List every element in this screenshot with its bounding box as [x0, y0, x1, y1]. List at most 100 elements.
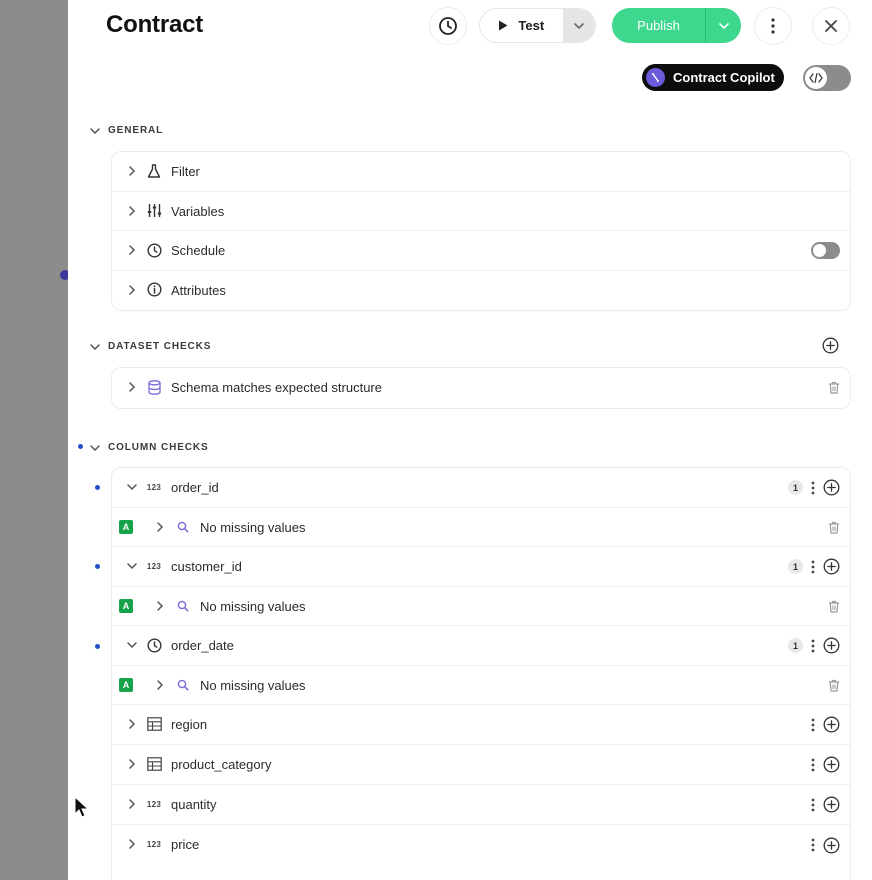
- add-check-icon[interactable]: [823, 837, 840, 854]
- search-icon: [175, 598, 191, 614]
- section-title: COLUMN CHECKS: [108, 442, 209, 453]
- test-button-label: Test: [518, 18, 545, 33]
- unsaved-indicator-dot: [95, 564, 100, 569]
- kebab-icon[interactable]: [811, 718, 815, 732]
- general-item-filter[interactable]: Filter: [112, 152, 850, 192]
- chevron-down-icon: [127, 484, 137, 491]
- column-check-row[interactable]: A No missing values: [112, 666, 850, 705]
- column-row-customer-id[interactable]: 123 customer_id 1: [112, 547, 850, 587]
- more-options-button[interactable]: [754, 7, 792, 45]
- kebab-icon[interactable]: [811, 838, 815, 852]
- dataset-check-label: Schema matches expected structure: [171, 380, 382, 395]
- column-name: product_category: [171, 757, 272, 772]
- close-button[interactable]: [812, 7, 850, 45]
- check-label: No missing values: [200, 599, 306, 614]
- chevron-down-icon: [573, 22, 584, 29]
- column-row-product-category[interactable]: product_category: [112, 745, 850, 785]
- check-status-badge: A: [119, 520, 133, 534]
- number-type-icon: 123: [146, 482, 162, 492]
- chevron-right-icon: [129, 284, 136, 295]
- column-actions: 1: [788, 547, 840, 586]
- column-check-row[interactable]: A No missing values: [112, 587, 850, 626]
- column-checks-section-header[interactable]: COLUMN CHECKS: [90, 442, 209, 453]
- column-checks-list: 123 order_id 1 A No missing values 123 c…: [111, 467, 851, 880]
- code-view-toggle[interactable]: [803, 65, 851, 91]
- check-actions: [828, 666, 840, 704]
- column-row-price[interactable]: 123 price: [112, 825, 850, 865]
- chevron-down-icon: [90, 444, 100, 451]
- general-item-schedule[interactable]: Schedule: [112, 231, 850, 271]
- column-actions: [811, 785, 840, 824]
- toggle-knob: [805, 67, 827, 89]
- add-check-icon[interactable]: [823, 716, 840, 733]
- flask-icon: [146, 163, 162, 179]
- history-icon: [439, 17, 457, 35]
- panel-header: Contract Test Publish: [68, 0, 872, 52]
- copilot-logo-icon: [646, 68, 665, 87]
- trash-icon[interactable]: [828, 521, 840, 534]
- column-actions: 1: [788, 626, 840, 665]
- column-name: price: [171, 837, 200, 852]
- check-label: No missing values: [200, 520, 306, 535]
- kebab-icon[interactable]: [811, 560, 815, 574]
- contract-copilot-button[interactable]: Contract Copilot: [642, 64, 784, 91]
- dataset-check-schema[interactable]: Schema matches expected structure: [112, 368, 850, 408]
- trash-icon[interactable]: [828, 381, 840, 394]
- check-count-badge: 1: [788, 559, 803, 574]
- general-item-variables[interactable]: Variables: [112, 192, 850, 231]
- schedule-actions: [811, 231, 840, 270]
- column-name: region: [171, 717, 208, 732]
- add-check-icon[interactable]: [823, 796, 840, 813]
- column-actions: [811, 705, 840, 744]
- kebab-icon[interactable]: [811, 798, 815, 812]
- add-check-icon[interactable]: [823, 637, 840, 654]
- general-item-label: Filter: [171, 164, 200, 179]
- add-check-icon[interactable]: [823, 558, 840, 575]
- chevron-right-icon: [129, 759, 136, 769]
- test-dropdown-button[interactable]: [562, 9, 595, 42]
- column-row-order-date[interactable]: order_date 1: [112, 626, 850, 666]
- play-icon: [499, 20, 508, 31]
- number-type-icon: 123: [146, 561, 162, 571]
- kebab-icon[interactable]: [811, 639, 815, 653]
- check-status-badge: A: [119, 599, 133, 613]
- check-count-badge: 1: [788, 638, 803, 653]
- add-dataset-check-icon[interactable]: [822, 337, 839, 354]
- general-list: Filter Variables Schedule Attributes: [111, 151, 851, 311]
- column-name: order_id: [171, 480, 219, 495]
- backdrop-overlay: [0, 0, 68, 880]
- test-button[interactable]: Test: [480, 9, 563, 42]
- chevron-down-icon: [127, 563, 137, 570]
- unsaved-indicator-dot: [95, 485, 100, 490]
- add-check-icon[interactable]: [823, 756, 840, 773]
- trash-icon[interactable]: [828, 600, 840, 613]
- history-button[interactable]: [429, 7, 467, 45]
- table-icon: [146, 756, 162, 772]
- column-actions: [811, 825, 840, 865]
- add-check-icon[interactable]: [823, 479, 840, 496]
- kebab-icon[interactable]: [811, 481, 815, 495]
- publish-dropdown-button[interactable]: [705, 8, 741, 43]
- general-item-label: Schedule: [171, 243, 226, 258]
- general-item-attributes[interactable]: Attributes: [112, 271, 850, 311]
- column-row-order-id[interactable]: 123 order_id 1: [112, 468, 850, 508]
- info-icon: [146, 282, 162, 298]
- publish-button[interactable]: Publish: [612, 8, 705, 43]
- trash-icon[interactable]: [828, 679, 840, 692]
- chevron-right-icon: [129, 166, 136, 176]
- dataset-checks-section-header[interactable]: DATASET CHECKS: [90, 341, 211, 352]
- clock-icon: [146, 637, 162, 653]
- unsaved-indicator-dot: [78, 444, 83, 449]
- column-check-row[interactable]: A No missing values: [112, 508, 850, 547]
- column-row-region[interactable]: region: [112, 705, 850, 745]
- column-name: order_date: [171, 638, 234, 653]
- schedule-toggle[interactable]: [811, 241, 840, 259]
- kebab-icon[interactable]: [811, 758, 815, 772]
- chevron-down-icon: [127, 642, 137, 649]
- chevron-right-icon: [129, 245, 136, 255]
- general-section-header[interactable]: GENERAL: [90, 125, 163, 136]
- column-row-quantity[interactable]: 123 quantity: [112, 785, 850, 825]
- chevron-right-icon: [129, 839, 136, 849]
- section-title: GENERAL: [108, 125, 164, 136]
- clock-icon: [146, 242, 162, 258]
